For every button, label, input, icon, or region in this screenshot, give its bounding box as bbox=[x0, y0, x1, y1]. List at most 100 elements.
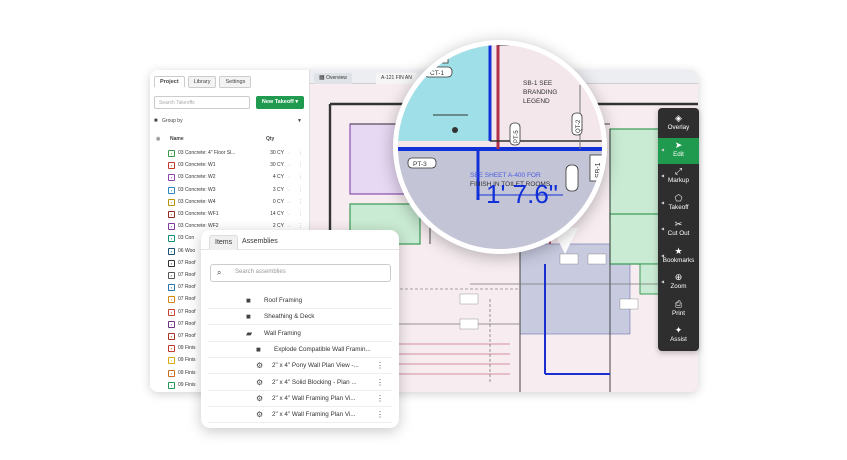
takeoff-row[interactable]: ▪ 03 Concrete: W1 30 CY → ⋮ bbox=[154, 160, 304, 171]
dimension-label: 1' 7.6" bbox=[486, 179, 558, 209]
takeoff-row[interactable]: ▪ 03 Concrete: W2 4 CY → ⋮ bbox=[154, 172, 304, 183]
takeoff-color-icon: ▪ bbox=[168, 333, 175, 340]
assemblies-list: ■ Roof Framing ■ Sheathing & Deck ▰ Wall Fram… bbox=[208, 292, 392, 428]
expand-caret-icon: ◀ bbox=[661, 252, 665, 258]
chevron-down-icon: ▼ bbox=[297, 118, 302, 124]
expand-caret-icon: ◀ bbox=[661, 226, 665, 231]
more-menu-icon[interactable]: ⋮ bbox=[298, 148, 303, 159]
assembly-label: Explode Compatible Wall Framin... bbox=[274, 345, 371, 353]
takeoff-name: 03 Concrete: W3 bbox=[178, 186, 216, 193]
tab-project[interactable]: Project bbox=[154, 76, 185, 88]
assembly-icon: ⚙ bbox=[256, 377, 264, 387]
name-column-header[interactable]: Name bbox=[170, 136, 184, 142]
folder-item[interactable]: ■ Roof Framing bbox=[208, 292, 392, 309]
assembly-item[interactable]: ⚙ 2" x 4" Wall Framing Plan Vi... ⋮ bbox=[208, 390, 392, 407]
arrow-right-icon[interactable]: → bbox=[286, 185, 291, 196]
arrow-right-icon[interactable]: → bbox=[286, 148, 291, 159]
tool-overlay[interactable]: ◈ Overlay bbox=[658, 111, 699, 137]
assembly-icon: ⚙ bbox=[256, 361, 264, 371]
takeoff-color-icon: ▪ bbox=[168, 357, 175, 365]
tool-label: Overlay bbox=[667, 124, 690, 131]
folder-item[interactable]: ■ Sheathing & Deck bbox=[208, 308, 392, 326]
arrow-right-icon[interactable]: → bbox=[286, 172, 291, 183]
magnifier-lens: ROOMENS 107 CT-1 PT-3 SB-1 SEE BRANDING … bbox=[393, 40, 607, 254]
takeoff-color-icon: ▪ bbox=[168, 174, 175, 182]
eye-icon[interactable]: ◉ bbox=[156, 136, 160, 142]
search-assemblies-input[interactable]: ⌕ Search assemblies bbox=[210, 264, 391, 282]
sparkle-icon: ✦ bbox=[674, 325, 683, 335]
takeoff-color-icon: ▪ bbox=[168, 186, 175, 194]
takeoff-color-icon: ▪ bbox=[168, 272, 175, 279]
takeoff-qty: 30 CY bbox=[270, 150, 284, 156]
more-menu-icon[interactable]: ⋮ bbox=[298, 172, 303, 183]
more-menu-icon[interactable]: ⋮ bbox=[376, 374, 384, 391]
takeoff-icon: ⬠ bbox=[674, 192, 683, 203]
tab-overview[interactable]: ▦ Overview bbox=[314, 73, 352, 84]
tool-takeoff[interactable]: ◀ ⬠ Takeoff bbox=[658, 191, 699, 217]
search-icon: ⌕ bbox=[217, 268, 222, 277]
takeoff-row[interactable]: ▪ 03 Concrete: WF1 14 CY → ⋮ bbox=[154, 209, 304, 220]
layers-icon: ◈ bbox=[675, 113, 682, 123]
folder-item[interactable]: ■ Explode Compatible Wall Framin... bbox=[208, 341, 392, 358]
assembly-item[interactable]: ⚙ 2" x 4" Pony Wall Plan View -... ⋮ bbox=[208, 357, 392, 375]
more-menu-icon[interactable]: ⋮ bbox=[376, 390, 384, 407]
takeoff-name: 03 Concrete: W4 bbox=[178, 198, 216, 205]
cursor-icon: ➤ bbox=[674, 139, 683, 150]
qty-column-header[interactable]: Qty bbox=[266, 136, 274, 142]
star-icon: ★ bbox=[674, 245, 683, 256]
assembly-item[interactable]: ⚙ 2" x 4" Wall Framing Plan Vi... ⋮ bbox=[208, 406, 392, 424]
group-by-select[interactable]: ■ Group by ▼ bbox=[154, 115, 304, 127]
assembly-item[interactable]: ⚙ 2" x 4" Solid Blocking - Plan ... ⋮ bbox=[208, 374, 392, 391]
expand-caret-icon: ◀ bbox=[661, 173, 665, 178]
tab-items[interactable]: Items bbox=[209, 235, 239, 250]
takeoff-color-icon: ▪ bbox=[168, 211, 175, 218]
panel-tabs: Project Library Settings bbox=[154, 76, 252, 88]
tool-cut-out[interactable]: ◀ ✂ Cut Out bbox=[658, 217, 699, 243]
more-menu-icon[interactable]: ⋮ bbox=[298, 209, 303, 220]
arrow-right-icon[interactable]: → bbox=[286, 209, 291, 220]
tab-library[interactable]: Library bbox=[187, 76, 217, 88]
tab-assemblies[interactable]: Assemblies bbox=[237, 235, 283, 250]
takeoff-color-icon: ▪ bbox=[168, 296, 175, 304]
takeoff-qty: 3 CY bbox=[272, 186, 284, 193]
tool-print[interactable]: ⎙ Print bbox=[658, 297, 699, 323]
tool-assist[interactable]: ✦ Assist bbox=[658, 323, 699, 349]
tool-edit[interactable]: ◀ ➤ Edit bbox=[658, 137, 699, 164]
more-menu-icon[interactable]: ⋮ bbox=[298, 185, 303, 196]
more-menu-icon[interactable]: ⋮ bbox=[376, 406, 384, 423]
tool-label: Zoom bbox=[670, 283, 687, 290]
takeoff-row[interactable]: ▪ 03 Concrete: 4" Floor Sl... 30 CY → ⋮ bbox=[154, 148, 304, 159]
arrow-right-icon[interactable]: → bbox=[286, 197, 291, 208]
vertical-tag-qt2: QT-2 bbox=[576, 119, 582, 133]
new-takeoff-button[interactable]: New Takeoff ▾ bbox=[256, 96, 304, 109]
takeoff-color-icon: ▪ bbox=[168, 223, 175, 231]
expand-caret-icon: ◀ bbox=[661, 146, 665, 152]
tool-markup[interactable]: ◀ ⤢ Markup bbox=[658, 164, 699, 190]
takeoff-name: 03 Concrete: 4" Floor Sl... bbox=[178, 150, 236, 156]
takeoff-qty: 14 CY bbox=[270, 211, 284, 217]
takeoff-name: 03 Concrete: W2 bbox=[178, 174, 216, 181]
takeoff-row[interactable]: ▪ 03 Concrete: W3 3 CY → ⋮ bbox=[154, 185, 304, 196]
more-menu-icon[interactable]: ⋮ bbox=[298, 197, 303, 208]
arrow-right-icon[interactable]: → bbox=[286, 160, 291, 171]
search-assemblies-placeholder: Search assemblies bbox=[235, 269, 286, 275]
takeoff-color-icon: ▪ bbox=[168, 369, 175, 377]
vertical-tag-pt5: PT-5 bbox=[514, 130, 520, 143]
more-menu-icon[interactable]: ⋮ bbox=[298, 160, 303, 171]
tool-label: Markup bbox=[668, 177, 689, 184]
more-menu-icon[interactable]: ⋮ bbox=[376, 357, 384, 374]
search-takeoffs-input[interactable]: Search Takeoffs bbox=[154, 96, 250, 109]
takeoff-color-icon: ▪ bbox=[168, 247, 175, 255]
assemblies-panel: Items Assemblies ⌕ Search assemblies ■ Ro… bbox=[201, 230, 399, 428]
assembly-label: 2" x 4" Pony Wall Plan View -... bbox=[272, 362, 359, 370]
tool-bookmarks[interactable]: ◀ ★ Bookmarks bbox=[658, 244, 699, 270]
tab-settings[interactable]: Settings bbox=[219, 76, 252, 88]
folder-item[interactable]: ▰ Wall Framing bbox=[208, 325, 392, 342]
cutout-icon: ✂ bbox=[674, 219, 683, 229]
tool-zoom[interactable]: ◀ ⊕ Zoom bbox=[658, 270, 699, 296]
print-icon: ⎙ bbox=[674, 298, 683, 309]
sb-note-line-1: SB-1 SEE bbox=[523, 80, 553, 87]
takeoff-row[interactable]: ▪ 03 Concrete: W4 0 CY → ⋮ bbox=[154, 197, 304, 208]
drawing-toolbar: ◈ Overlay ◀ ➤ Edit ◀ ⤢ Markup ◀ ⬠ Takeoff ◀ ✂ Cut Out… bbox=[658, 108, 699, 351]
tab-overview-label: Overview bbox=[326, 75, 347, 81]
